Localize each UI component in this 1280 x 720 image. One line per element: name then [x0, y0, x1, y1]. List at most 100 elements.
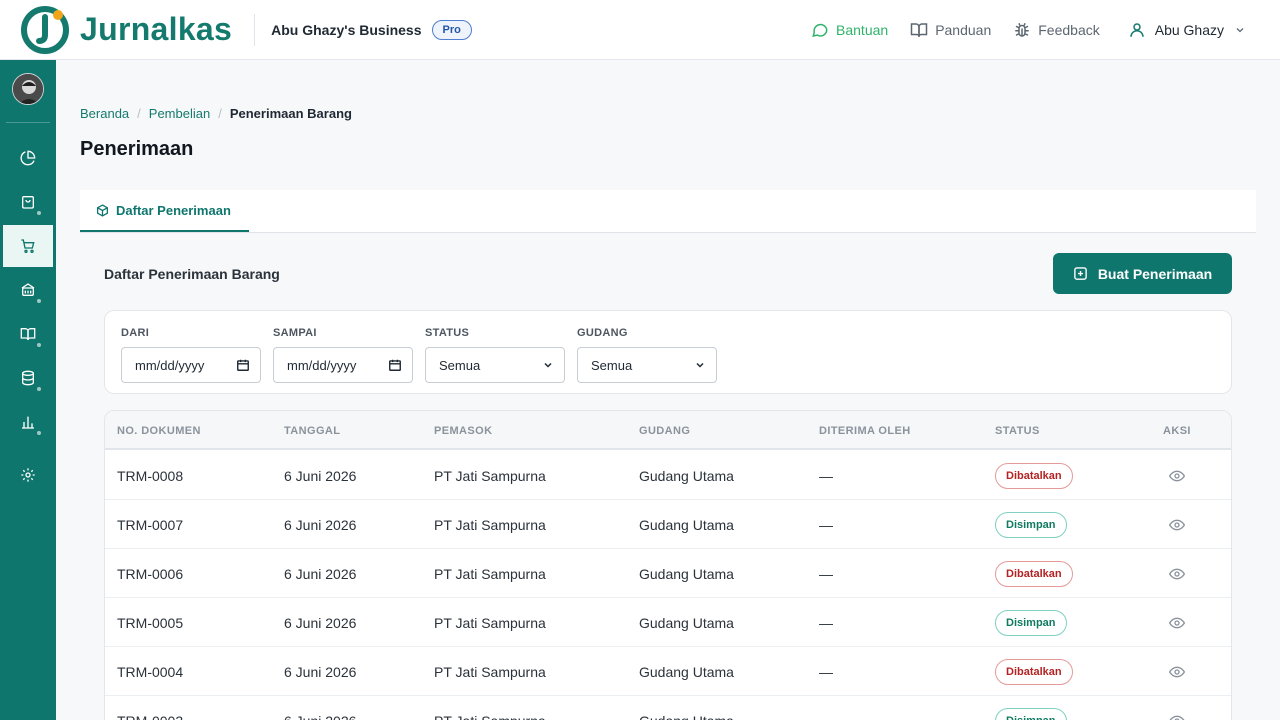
- cell-doc-number[interactable]: TRM-0003: [117, 713, 183, 720]
- col-action: AKSI: [1163, 425, 1191, 437]
- cell-doc-number[interactable]: TRM-0004: [117, 664, 183, 680]
- warehouse-select[interactable]: Semua: [577, 347, 717, 383]
- submenu-dot: [37, 299, 41, 303]
- view-eye-icon[interactable]: [1169, 468, 1185, 484]
- cell-warehouse: Gudang Utama: [639, 566, 734, 582]
- view-eye-icon[interactable]: [1169, 566, 1185, 582]
- date-from-input[interactable]: mm/dd/yyyy: [121, 347, 261, 383]
- breadcrumb-separator: /: [218, 106, 222, 121]
- header-actions: Bantuan Panduan Feedback Abu Ghazy: [789, 21, 1246, 39]
- logo-icon: [21, 5, 69, 54]
- book-icon: [20, 328, 36, 341]
- status-select-value: Semua: [439, 357, 481, 373]
- sidebar-item-banking[interactable]: [3, 269, 53, 311]
- table-row[interactable]: TRM-0005 6 Juni 2026 PT Jati Sampurna Gudan…: [105, 598, 1231, 647]
- shopping-bag-icon: [22, 196, 34, 209]
- view-eye-icon[interactable]: [1169, 664, 1185, 680]
- brand-logo[interactable]: Jurnalkas: [20, 5, 232, 55]
- cell-received-by: —: [819, 517, 833, 533]
- sidebar-item-accounting[interactable]: [3, 313, 53, 355]
- sidebar-item-settings[interactable]: [3, 454, 53, 496]
- breadcrumb-separator: /: [137, 106, 141, 121]
- help-link[interactable]: Bantuan: [811, 21, 888, 39]
- table-row[interactable]: TRM-0008 6 Juni 2026 PT Jati Sampurna Gudan…: [105, 451, 1231, 500]
- view-eye-icon[interactable]: [1169, 713, 1185, 720]
- status-badge: Dibatalkan: [995, 463, 1073, 489]
- sidebar-item-purchases[interactable]: [3, 225, 53, 267]
- shopping-cart-icon: [21, 239, 35, 253]
- cell-date: 6 Juni 2026: [284, 713, 356, 720]
- view-eye-icon[interactable]: [1169, 517, 1185, 533]
- plan-badge: Pro: [431, 19, 472, 40]
- cell-date: 6 Juni 2026: [284, 566, 357, 582]
- list-title: Daftar Penerimaan Barang: [104, 266, 280, 282]
- cell-date: 6 Juni 2026: [284, 615, 357, 631]
- chevron-down-icon: [544, 362, 552, 368]
- table-header: NO. DOKUMEN TANGGAL PEMASOK GUDANG DITER…: [105, 411, 1231, 450]
- filter-to: SAMPAI mm/dd/yyyy: [273, 327, 413, 383]
- cell-warehouse: Gudang Utama: [639, 664, 734, 680]
- filter-status: STATUS Semua: [425, 327, 565, 383]
- sidebar: [0, 60, 56, 720]
- database-icon: [22, 370, 34, 386]
- table-row[interactable]: TRM-0007 6 Juni 2026 PT Jati Sampurna Gudan…: [105, 500, 1231, 549]
- col-supplier[interactable]: PEMASOK: [434, 425, 492, 437]
- sidebar-divider: [6, 122, 50, 123]
- cell-warehouse: Gudang Utama: [639, 468, 734, 484]
- date-to-input[interactable]: mm/dd/yyyy: [273, 347, 413, 383]
- sidebar-item-sales[interactable]: [3, 181, 53, 223]
- create-receipt-button[interactable]: Buat Penerimaan: [1053, 253, 1232, 294]
- avatar[interactable]: [12, 73, 44, 105]
- filter-warehouse: GUDANG Semua: [577, 327, 717, 383]
- table-row[interactable]: TRM-0006 6 Juni 2026 PT Jati Sampurna Gudan…: [105, 549, 1231, 598]
- user-name: Abu Ghazy: [1154, 21, 1224, 38]
- col-status[interactable]: STATUS: [995, 425, 1040, 437]
- table-row[interactable]: TRM-0004 6 Juni 2026 PT Jati Sampurna Gudan…: [105, 647, 1231, 696]
- cell-doc-number[interactable]: TRM-0007: [117, 517, 183, 533]
- business-name[interactable]: Abu Ghazy's Business: [271, 22, 421, 38]
- brand-name: Jurnalkas: [80, 11, 233, 47]
- sidebar-item-reports[interactable]: [3, 401, 53, 443]
- cell-date: 6 Juni 2026: [284, 664, 357, 680]
- cell-supplier: PT Jati Sampurna: [434, 664, 546, 680]
- feedback-label: Feedback: [1038, 21, 1100, 38]
- pie-chart-icon: [20, 150, 36, 166]
- cell-doc-number[interactable]: TRM-0008: [117, 468, 183, 484]
- cell-supplier: PT Jati Sampurna: [434, 566, 546, 582]
- guide-link[interactable]: Panduan: [910, 21, 991, 39]
- filter-to-label: SAMPAI: [273, 327, 317, 339]
- feedback-link[interactable]: Feedback: [1013, 21, 1100, 39]
- table-row[interactable]: TRM-0003 6 Juni 2026 PT Jati Sampurna Gudan…: [105, 696, 1231, 720]
- filter-from: DARI mm/dd/yyyy: [121, 327, 261, 383]
- tab-bar: Daftar Penerimaan: [80, 190, 1256, 233]
- sidebar-item-data[interactable]: [3, 357, 53, 399]
- view-eye-icon[interactable]: [1169, 615, 1185, 631]
- cell-doc-number[interactable]: TRM-0006: [117, 566, 183, 582]
- user-menu[interactable]: Abu Ghazy: [1128, 21, 1246, 39]
- submenu-dot: [37, 343, 41, 347]
- col-warehouse[interactable]: GUDANG: [639, 425, 690, 437]
- calendar-icon: [237, 359, 249, 371]
- col-doc-number[interactable]: NO. DOKUMEN: [117, 425, 201, 437]
- chevron-down-icon: [696, 362, 704, 368]
- tab-receipt-list[interactable]: Daftar Penerimaan: [80, 190, 249, 232]
- page-title: Penerimaan: [80, 138, 194, 160]
- top-header: Jurnalkas Abu Ghazy's Business Pro Bantu…: [0, 0, 1280, 60]
- filter-from-label: DARI: [121, 327, 150, 339]
- date-from-value: mm/dd/yyyy: [135, 357, 205, 373]
- breadcrumb-section[interactable]: Pembelian: [149, 106, 210, 121]
- cell-doc-number[interactable]: TRM-0005: [117, 615, 183, 631]
- cell-warehouse: Gudang Utama: [639, 713, 734, 720]
- col-received-by[interactable]: DITERIMA OLEH: [819, 425, 911, 437]
- chevron-down-icon: [1236, 27, 1244, 32]
- breadcrumb-current: Penerimaan Barang: [229, 106, 352, 121]
- cell-warehouse: Gudang Utama: [639, 517, 734, 533]
- package-icon: [96, 203, 109, 217]
- breadcrumb-home[interactable]: Beranda: [80, 106, 129, 121]
- status-select[interactable]: Semua: [425, 347, 565, 383]
- sidebar-item-dashboard[interactable]: [3, 137, 53, 179]
- cell-date: 6 Juni 2026: [284, 468, 357, 484]
- filter-status-label: STATUS: [425, 327, 470, 339]
- cell-received-by: —: [819, 468, 833, 484]
- col-date[interactable]: TANGGAL: [284, 425, 340, 437]
